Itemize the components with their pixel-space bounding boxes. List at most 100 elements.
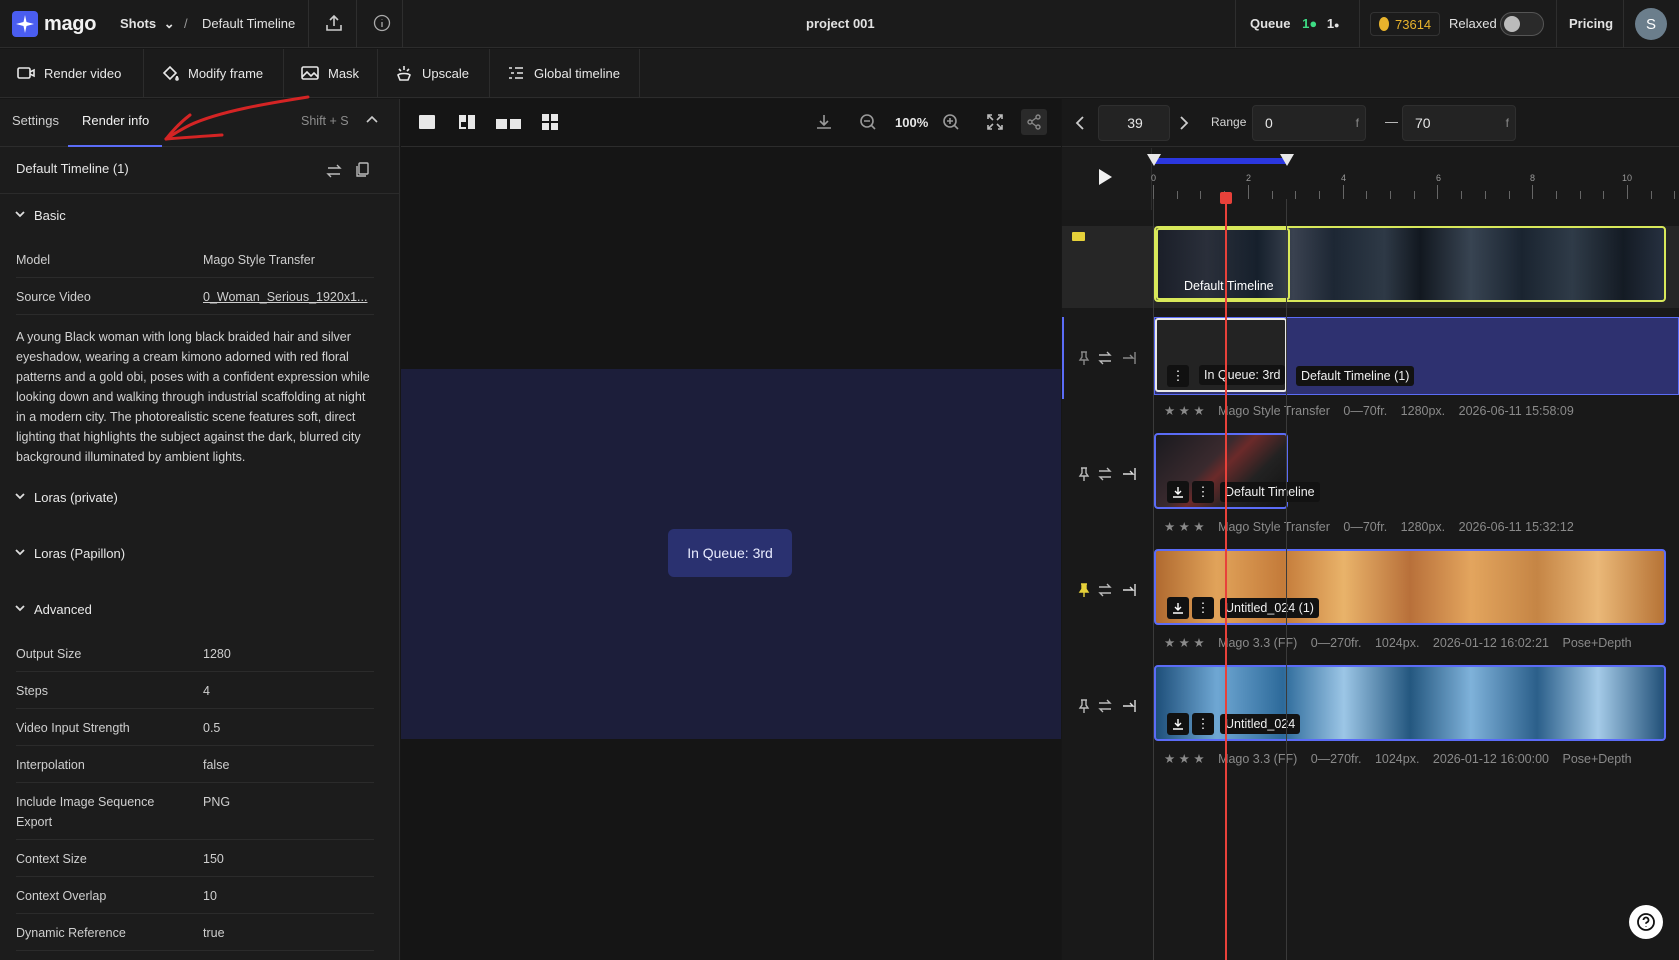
pin-icon[interactable] <box>1078 467 1090 484</box>
logo[interactable]: mago <box>12 11 96 37</box>
prev-frame-button[interactable] <box>1070 113 1090 133</box>
zoom-out-icon[interactable] <box>859 113 877 134</box>
clip-date: 2026-06-11 15:32:12 <box>1458 520 1574 534</box>
ruler-tick <box>1484 191 1486 199</box>
playhead-handle[interactable] <box>1220 192 1232 204</box>
zoom-in-icon[interactable] <box>942 113 960 134</box>
help-button[interactable] <box>1629 905 1663 939</box>
swap-icon[interactable] <box>325 163 343 182</box>
modify-frame-label: Modify frame <box>188 65 264 81</box>
breadcrumb-page[interactable]: Default Timeline <box>202 16 295 31</box>
more-menu-icon[interactable]: ⋮ <box>1192 597 1214 619</box>
more-menu-icon[interactable]: ⋮ <box>1167 365 1189 387</box>
rating-stars[interactable]: ★ ★ ★ <box>1164 520 1205 534</box>
rating-stars[interactable]: ★ ★ ★ <box>1164 636 1205 650</box>
adv-label: Context Overlap <box>16 889 107 903</box>
next-frame-button[interactable] <box>1174 113 1194 133</box>
swap-icon[interactable] <box>1097 583 1113 600</box>
rating-stars[interactable]: ★ ★ ★ <box>1164 752 1205 766</box>
credits-badge[interactable]: 73614 <box>1370 12 1441 36</box>
pin-icon[interactable] <box>1078 583 1090 600</box>
range-bar[interactable] <box>1153 158 1287 164</box>
swap-icon[interactable] <box>1097 467 1113 484</box>
grid-view-icon[interactable] <box>542 114 558 133</box>
chevron-down-icon <box>14 546 26 561</box>
adv-value: 0.5 <box>203 721 221 735</box>
download-icon[interactable] <box>1167 597 1189 619</box>
modify-frame-button[interactable]: Modify frame <box>144 49 284 97</box>
pin-icon[interactable] <box>1078 351 1090 368</box>
shots-menu[interactable]: Shots ⌄ <box>120 16 175 32</box>
more-menu-icon[interactable]: ⋮ <box>1192 481 1214 503</box>
swap-icon[interactable] <box>1097 351 1113 368</box>
frame-input[interactable]: 39 <box>1098 105 1170 141</box>
source-video-link[interactable]: 0_Woman_Serious_1920x1... <box>203 287 367 307</box>
fullscreen-icon[interactable] <box>986 113 1004 134</box>
tab-render-info[interactable]: Render info <box>68 99 162 147</box>
chevron-down-icon <box>14 208 26 223</box>
ruler-tick <box>1603 191 1605 199</box>
rating-stars[interactable]: ★ ★ ★ <box>1164 404 1205 418</box>
ruler-tick <box>1674 191 1676 199</box>
replace-icon[interactable] <box>1121 351 1137 368</box>
tab-settings[interactable]: Settings <box>12 113 59 128</box>
clip-model: Mago Style Transfer <box>1218 404 1330 418</box>
video-camera-icon <box>1072 232 1085 241</box>
render-video-button[interactable]: Render video <box>0 49 144 97</box>
share-icon[interactable] <box>1021 109 1047 135</box>
mask-label: Mask <box>328 65 360 81</box>
playhead[interactable] <box>1225 195 1227 960</box>
zoom-level: 100% <box>895 115 929 130</box>
upscale-button[interactable]: Upscale <box>378 49 490 97</box>
split-view-icon[interactable] <box>459 115 475 132</box>
pricing-link[interactable]: Pricing <box>1569 16 1613 31</box>
play-button[interactable] <box>1093 165 1117 189</box>
clip-label: Default Timeline <box>1220 482 1320 502</box>
section-loras-papillon[interactable]: Loras (Papillon) <box>14 546 125 561</box>
tab-render-info-label: Render info <box>82 113 150 128</box>
base-track: Default Timeline <box>1062 226 1679 308</box>
ruler-tick-label: 10 <box>1622 173 1633 183</box>
global-timeline-button[interactable]: Global timeline <box>490 49 640 97</box>
more-menu-icon[interactable]: ⋮ <box>1192 713 1214 735</box>
model-value: Mago Style Transfer <box>203 253 315 267</box>
download-icon[interactable] <box>815 113 833 134</box>
side-by-side-icon[interactable] <box>496 117 522 132</box>
range-start-input[interactable]: 0 f <box>1252 105 1366 141</box>
section-basic[interactable]: Basic <box>14 208 66 223</box>
panel-shortcut-hint: Shift + S <box>301 114 349 128</box>
mask-button[interactable]: Mask <box>284 49 378 97</box>
replace-icon[interactable] <box>1121 583 1137 600</box>
replace-icon[interactable] <box>1121 699 1137 716</box>
range-end-input[interactable]: 70 f <box>1402 105 1516 141</box>
download-icon[interactable] <box>1167 713 1189 735</box>
ruler-tick-label: 2 <box>1246 173 1252 183</box>
queue-indicator[interactable]: Queue 1● 1● <box>1250 16 1339 31</box>
info-icon[interactable] <box>373 14 391 35</box>
render-video-label: Render video <box>44 65 122 81</box>
section-loras-private[interactable]: Loras (private) <box>14 490 118 505</box>
replace-icon[interactable] <box>1121 467 1137 484</box>
avatar[interactable]: S <box>1635 8 1667 40</box>
clip-extra: Pose+Depth <box>1562 752 1632 766</box>
upscale-icon <box>397 66 411 81</box>
download-icon[interactable] <box>1167 481 1189 503</box>
section-advanced[interactable]: Advanced <box>14 602 92 617</box>
collapse-panel-icon[interactable] <box>364 112 380 131</box>
mago-logo-icon <box>12 11 38 37</box>
adv-value: true <box>203 926 225 940</box>
copy-icon[interactable] <box>354 161 370 182</box>
video-preview[interactable]: In Queue: 3rd <box>401 369 1061 739</box>
clip-date: 2026-01-12 16:02:21 <box>1432 636 1549 650</box>
swap-icon[interactable] <box>1097 699 1113 716</box>
pin-icon[interactable] <box>1078 699 1090 716</box>
chevron-down-icon: ⌄ <box>163 16 175 31</box>
upload-icon[interactable] <box>324 13 344 36</box>
top-bar: mago Shots ⌄ / Default Timeline project … <box>0 0 1679 48</box>
adv-value: false <box>203 758 230 772</box>
single-view-icon[interactable] <box>419 115 435 129</box>
credits-value: 73614 <box>1395 16 1432 32</box>
ruler-tick-label: 0 <box>1151 173 1157 183</box>
relaxed-toggle[interactable] <box>1500 12 1544 36</box>
clip-label: Default Timeline (1) <box>1296 366 1415 386</box>
